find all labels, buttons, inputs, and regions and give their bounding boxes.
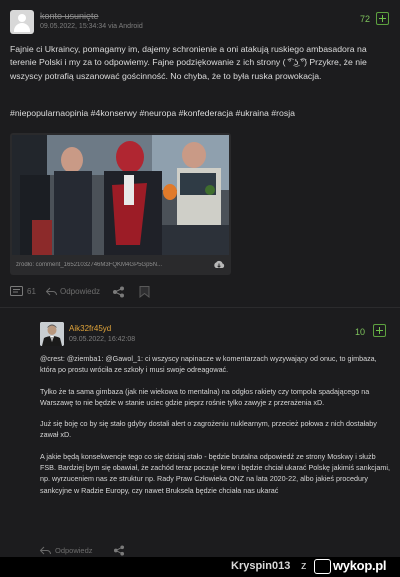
comment-thread: konto usunięte 09.05.2022, 15:34:34 via … (0, 0, 400, 557)
upvote-button[interactable] (376, 12, 389, 25)
avatar[interactable] (10, 10, 34, 34)
avatar[interactable] (40, 322, 64, 346)
watermark-footer: Kryspin013 z wykop.pl (0, 557, 400, 577)
comment-text: Fajnie ci Ukraincy, pomagamy im, dajemy … (10, 44, 367, 81)
share-icon[interactable] (112, 286, 125, 298)
reply-button[interactable]: Odpowiedz (60, 287, 100, 296)
reply-timestamp: 09.05.2022, 16:42:08 (69, 336, 136, 343)
reply-paragraph: @crest: @ziemba1: @Gawol_1: ci wszyscy n… (40, 354, 377, 375)
reply-icon[interactable] (46, 287, 57, 297)
bookmark-icon[interactable] (139, 286, 150, 298)
reply-paragraph: Już się boję co by się stało gdyby dosta… (40, 419, 377, 440)
footer-username: Kryspin013 (231, 560, 291, 572)
reply-username[interactable]: Aik32fr45yd (69, 324, 111, 333)
comment-tags[interactable]: #niepopularnaopinia #4konserwy #neuropa … (10, 107, 394, 120)
reply-count[interactable]: 61 (27, 287, 36, 296)
comment-username[interactable]: konto usunięte (40, 11, 99, 21)
download-icon[interactable] (213, 260, 225, 270)
embedded-image[interactable]: źródło: comment_16521032746M3FQKM4GP5Gp5… (10, 133, 231, 275)
reply-text: @crest: @ziemba1: @Gawol_1: ci wszyscy n… (40, 353, 392, 506)
reply-paragraph: Tylko że ta sama gimbaza (jak nie wiekow… (40, 386, 370, 407)
reply-paragraph: A jakie będą konsekwencje tego co się dz… (40, 451, 390, 495)
reply-score: 10 (355, 327, 366, 337)
comment-score: 72 (360, 14, 371, 24)
upvote-button[interactable] (373, 324, 386, 337)
embed-source: źródło: comment_16521032746M3FQKM4GP5Gp5… (16, 262, 163, 268)
share-icon[interactable] (113, 545, 125, 556)
comment-timestamp: 09.05.2022, 15:34:34 via Android (40, 23, 143, 30)
wykop-logo: wykop.pl (333, 558, 387, 573)
reply-icon[interactable] (40, 546, 51, 556)
reply-button[interactable]: Odpowiedz (55, 546, 93, 555)
embed-photo[interactable] (12, 135, 229, 255)
wykop-logo-icon (314, 559, 331, 574)
footer-z: z (301, 560, 307, 572)
divider (0, 307, 400, 308)
comments-icon[interactable] (10, 286, 23, 298)
